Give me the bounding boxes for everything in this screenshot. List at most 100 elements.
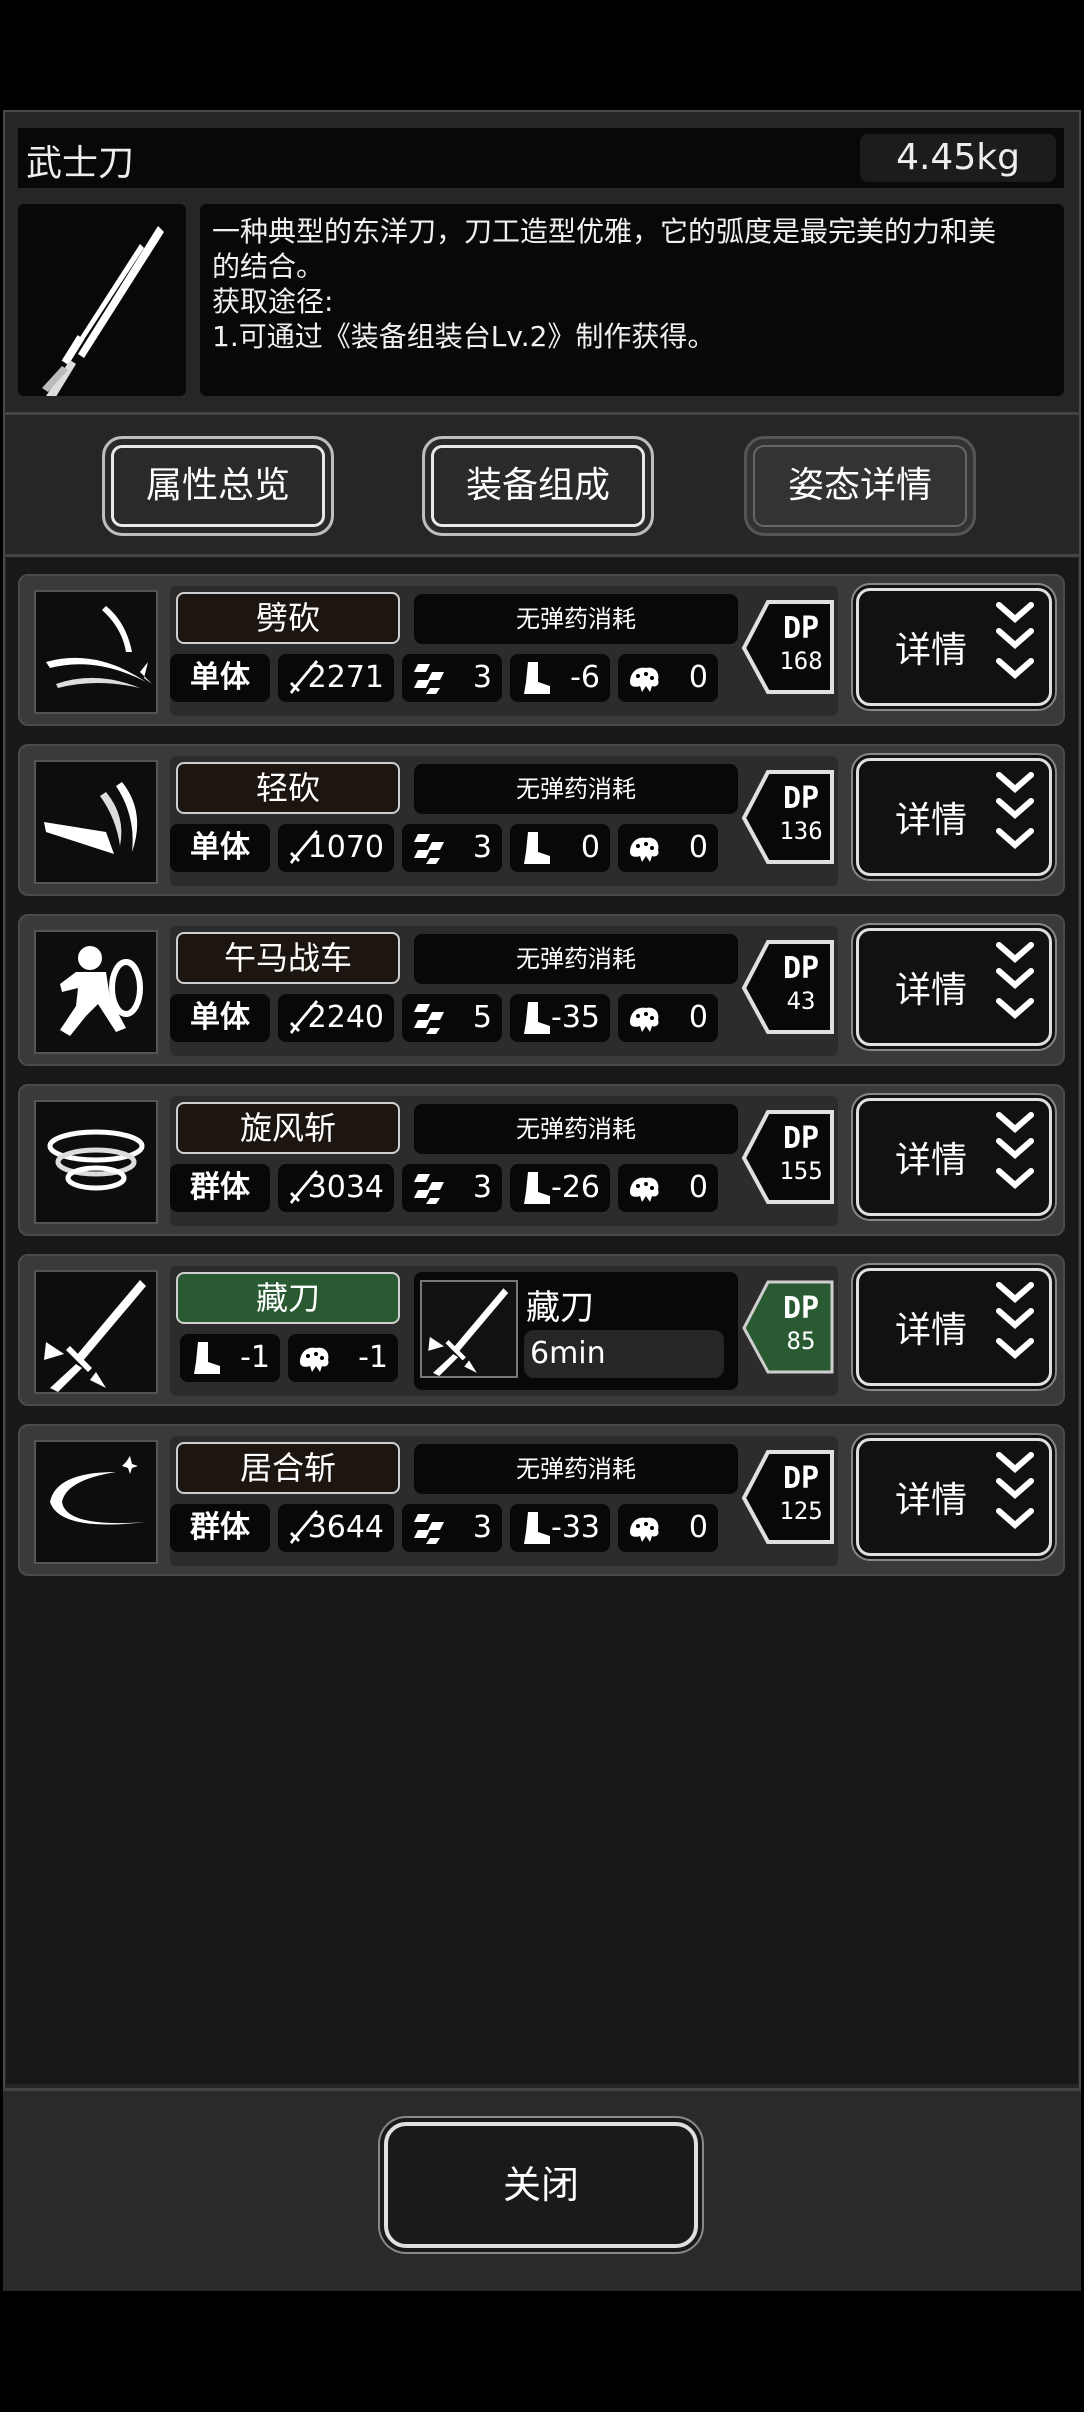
target-type: 群体 — [170, 1164, 270, 1212]
light-slash-icon — [34, 760, 158, 884]
stamina-icon — [296, 1340, 332, 1376]
skill-name: 午马战车 — [176, 932, 400, 984]
stamina-stat: 0 — [618, 654, 718, 702]
boot-icon — [518, 1000, 554, 1036]
detail-button[interactable]: 详情 — [856, 1268, 1052, 1386]
chevrons-down-icon — [995, 1451, 1035, 1547]
boot-icon — [518, 830, 554, 866]
target-type: 群体 — [170, 1504, 270, 1552]
divider — [3, 412, 1081, 415]
detail-button[interactable]: 详情 — [856, 1098, 1052, 1216]
chevrons-down-icon — [995, 1281, 1035, 1377]
ap-stat: 3 — [402, 654, 502, 702]
item-name: 武士刀 — [26, 143, 135, 184]
skill-row: 居合斩 无弹药消耗 群体 3644 3 -33 0 DP 125 详情 — [18, 1424, 1065, 1576]
move-stat: -33 — [510, 1504, 610, 1552]
skill-info: 藏刀 -1 -1 藏刀 6min DP 85 — [170, 1266, 838, 1396]
ap-stat: 3 — [402, 824, 502, 872]
damage-stat: 2240 — [278, 994, 394, 1042]
detail-button[interactable]: 详情 — [856, 758, 1052, 876]
stamina-stat: 0 — [618, 994, 718, 1042]
ammo-cost: 无弹药消耗 — [414, 1444, 738, 1494]
target-type: 单体 — [170, 994, 270, 1042]
move-stat: -1 — [180, 1334, 280, 1382]
skill-info: 旋风斩 无弹药消耗 群体 3034 3 -26 0 DP 155 — [170, 1096, 838, 1226]
boot-icon — [518, 1510, 554, 1546]
damage-stat: 2271 — [278, 654, 394, 702]
dp-badge: DP 125 — [740, 1450, 836, 1546]
tab-equipment-composition[interactable]: 装备组成 — [422, 436, 654, 536]
skill-row: 旋风斩 无弹药消耗 群体 3034 3 -26 0 DP 155 详情 — [18, 1084, 1065, 1236]
whirlwind-icon — [34, 1100, 158, 1224]
slash-icon — [34, 590, 158, 714]
move-stat: -6 — [510, 654, 610, 702]
skill-row: 午马战车 无弹药消耗 单体 2240 5 -35 0 DP 43 详情 — [18, 914, 1065, 1066]
dp-badge: DP 43 — [740, 940, 836, 1036]
move-stat: -35 — [510, 994, 610, 1042]
description-line: 一种典型的东洋刀，刀工造型优雅，它的弧度是最完美的力和美 — [212, 215, 997, 248]
chevrons-down-icon — [995, 601, 1035, 697]
item-description: 一种典型的东洋刀，刀工造型优雅，它的弧度是最完美的力和美 的结合。 获取途径: … — [200, 204, 1064, 396]
ammo-cost: 无弹药消耗 — [414, 1104, 738, 1154]
ap-icon — [410, 1170, 446, 1206]
skill-info: 居合斩 无弹药消耗 群体 3644 3 -33 0 DP 125 — [170, 1436, 838, 1566]
title-bar: 武士刀 4.45kg — [18, 128, 1064, 188]
skill-name: 藏刀 — [176, 1272, 400, 1324]
ammo-cost: 无弹药消耗 — [414, 594, 738, 644]
ap-icon — [410, 660, 446, 696]
skill-info: 轻砍 无弹药消耗 单体 1070 3 0 0 DP 136 — [170, 756, 838, 886]
ammo-cost: 无弹药消耗 — [414, 764, 738, 814]
skill-info: 午马战车 无弹药消耗 单体 2240 5 -35 0 DP 43 — [170, 926, 838, 1056]
stamina-icon — [626, 830, 662, 866]
divider — [3, 554, 1081, 557]
stamina-icon — [626, 1510, 662, 1546]
skill-info: 劈砍 无弹药消耗 单体 2271 3 -6 0 DP 168 — [170, 586, 838, 716]
damage-stat: 3034 — [278, 1164, 394, 1212]
ap-icon — [410, 1000, 446, 1036]
chevrons-down-icon — [995, 941, 1035, 1037]
detail-button[interactable]: 详情 — [856, 1438, 1052, 1556]
detail-button[interactable]: 详情 — [856, 928, 1052, 1046]
stamina-stat: -1 — [288, 1334, 398, 1382]
iaido-icon — [34, 1440, 158, 1564]
hide-blade-icon — [420, 1280, 518, 1378]
damage-stat: 1070 — [278, 824, 394, 872]
skill-row: 轻砍 无弹药消耗 单体 1070 3 0 0 DP 136 详情 — [18, 744, 1065, 896]
ap-stat: 3 — [402, 1164, 502, 1212]
stamina-stat: 0 — [618, 1164, 718, 1212]
boot-icon — [518, 660, 554, 696]
dp-badge: DP 155 — [740, 1110, 836, 1206]
effect-name: 藏刀 — [526, 1288, 594, 1328]
tab-attributes-overview[interactable]: 属性总览 — [102, 436, 334, 536]
stamina-stat: 0 — [618, 824, 718, 872]
target-type: 单体 — [170, 654, 270, 702]
ap-icon — [410, 1510, 446, 1546]
chevrons-down-icon — [995, 1111, 1035, 1207]
charge-icon — [34, 930, 158, 1054]
tab-stance-details[interactable]: 姿态详情 — [744, 436, 976, 536]
effect-box: 藏刀 6min — [414, 1272, 738, 1390]
katana-icon — [18, 204, 186, 400]
skill-row: 劈砍 无弹药消耗 单体 2271 3 -6 0 DP 168 详情 — [18, 574, 1065, 726]
dp-badge: DP 168 — [740, 600, 836, 696]
damage-stat: 3644 — [278, 1504, 394, 1552]
skill-name: 劈砍 — [176, 592, 400, 644]
ap-stat: 5 — [402, 994, 502, 1042]
skill-name: 旋风斩 — [176, 1102, 400, 1154]
skill-row-active: 藏刀 -1 -1 藏刀 6min DP 85 详情 — [18, 1254, 1065, 1406]
ap-stat: 3 — [402, 1504, 502, 1552]
source-label: 获取途径: — [212, 285, 334, 318]
dp-badge: DP 136 — [740, 770, 836, 866]
move-stat: -26 — [510, 1164, 610, 1212]
stamina-icon — [626, 1170, 662, 1206]
close-button[interactable]: 关闭 — [384, 2122, 698, 2248]
stamina-icon — [626, 1000, 662, 1036]
detail-button[interactable]: 详情 — [856, 588, 1052, 706]
boot-icon — [188, 1340, 224, 1376]
description-line: 的结合。 — [212, 250, 325, 283]
hide-blade-icon — [34, 1270, 158, 1394]
stamina-icon — [626, 660, 662, 696]
dp-badge: DP 85 — [740, 1280, 836, 1376]
boot-icon — [518, 1170, 554, 1206]
ammo-cost: 无弹药消耗 — [414, 934, 738, 984]
